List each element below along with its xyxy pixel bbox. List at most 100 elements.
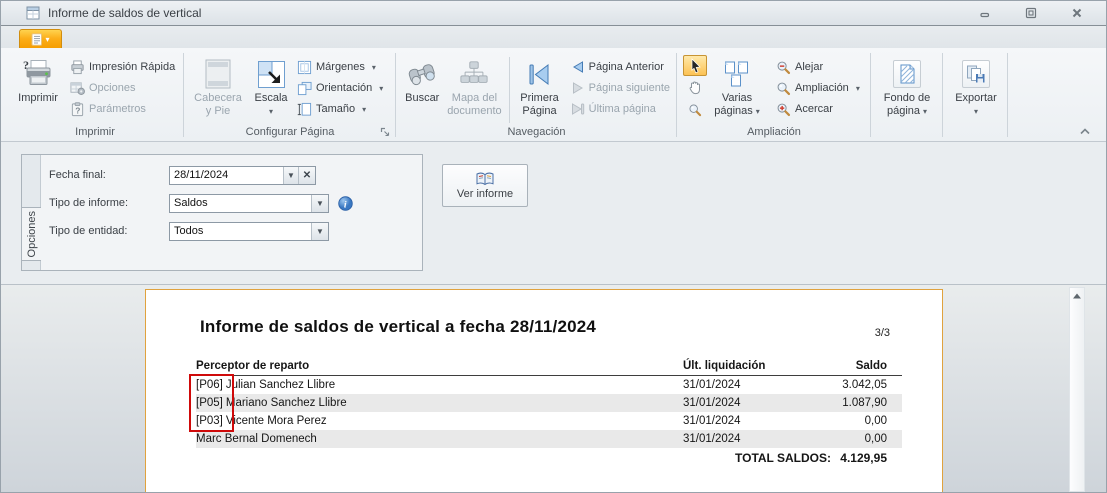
zoom-in-button[interactable]: Acercar: [773, 99, 863, 119]
view-report-button[interactable]: Ver informe: [442, 164, 528, 207]
tipo-entidad-value[interactable]: Todos: [170, 223, 311, 240]
chevron-down-icon: [359, 103, 366, 115]
group-label-configurar-pagina: Configurar Página: [245, 126, 335, 138]
tipo-entidad-combo[interactable]: Todos ▼: [169, 222, 329, 241]
page-indicator: 3/3: [874, 327, 890, 339]
ribbon-separator: [942, 53, 943, 137]
document-menu-icon: [31, 33, 43, 46]
combo-dropdown-button[interactable]: ▼: [311, 195, 328, 212]
perceptor-name: Marc Bernal Domenech: [196, 433, 317, 445]
parameters-clipboard-icon: ?: [71, 101, 84, 116]
svg-text:i: i: [344, 199, 347, 210]
report-viewport[interactable]: Informe de saldos de vertical a fecha 28…: [1, 284, 1106, 492]
svg-text:?: ?: [23, 58, 29, 72]
header-footer-button: Cabecera y Pie: [188, 55, 248, 119]
maximize-button[interactable]: [1018, 6, 1044, 20]
pointer-tool-button[interactable]: [683, 55, 707, 76]
page-background-icon: [900, 64, 914, 84]
previous-page-button[interactable]: Página Anterior: [568, 57, 673, 77]
document-map-icon: [459, 56, 489, 92]
zoom-out-button[interactable]: Alejar: [773, 57, 863, 77]
ribbon-separator: [395, 53, 396, 137]
options-grid-gear-icon: [70, 81, 85, 95]
last-page-icon: [571, 103, 584, 115]
chevron-down-icon: [974, 105, 978, 117]
margins-button[interactable]: Márgenes: [294, 57, 386, 77]
size-button[interactable]: Tamaño: [294, 99, 386, 119]
column-header-liquidacion: Últ. liquidación: [683, 360, 766, 372]
next-page-button: Página siguiente: [568, 78, 673, 98]
scroll-up-button[interactable]: [1070, 288, 1084, 304]
hand-tool-button[interactable]: [683, 77, 707, 98]
print-parameters-button: ? Parámetros: [67, 99, 178, 119]
chevron-down-icon: ▾: [45, 35, 50, 44]
fecha-final-date-editor[interactable]: 28/11/2024 ▼ ✕: [169, 166, 316, 185]
first-page-button[interactable]: Primera Página: [515, 55, 563, 119]
ribbon-group-exportar: Exportar: [944, 48, 1008, 142]
cursor-arrow-icon: [691, 57, 701, 73]
ribbon: ? Imprimir Impresión Rápida Opciones ? P…: [1, 48, 1106, 142]
quick-print-button[interactable]: Impresión Rápida: [67, 57, 178, 77]
tipo-informe-value[interactable]: Saldos: [170, 195, 311, 212]
zoom-icon: [777, 82, 791, 95]
orientation-button[interactable]: Orientación: [294, 78, 386, 98]
export-save-icon: [967, 65, 985, 82]
view-report-label: Ver informe: [456, 187, 514, 200]
group-label-navegacion: Navegación: [507, 126, 566, 138]
balance-value: 1.087,90: [842, 397, 887, 409]
date-clear-button[interactable]: ✕: [298, 167, 315, 184]
balance-value: 0,00: [864, 415, 887, 427]
ribbon-group-configurar-pagina: Cabecera y Pie Escala ▾ Márgenes ▾ Orien…: [186, 48, 394, 142]
ribbon-tabstrip: ▾: [1, 25, 1106, 49]
fecha-final-value[interactable]: 28/11/2024: [170, 167, 283, 184]
minimize-button[interactable]: [972, 6, 998, 20]
print-button[interactable]: ? Imprimir: [9, 55, 67, 106]
red-annotation-box: [189, 374, 234, 432]
ribbon-group-imprimir: ? Imprimir Impresión Rápida Opciones ? P…: [7, 48, 183, 142]
multiple-pages-button[interactable]: Varias páginas: [707, 55, 767, 119]
tipo-informe-label: Tipo de informe:: [49, 197, 129, 209]
liquidation-date: 31/01/2024: [683, 415, 741, 427]
perceptor-name: Mariano Sanchez Llibre: [225, 397, 347, 409]
tipo-informe-combo[interactable]: Saldos ▼: [169, 194, 329, 213]
zoom-level-button[interactable]: Ampliación: [773, 78, 863, 98]
zoom-tool-button[interactable]: [683, 99, 707, 120]
next-page-icon: [572, 82, 583, 94]
group-inner-separator: [509, 57, 511, 123]
report-page: Informe de saldos de vertical a fecha 28…: [145, 289, 943, 492]
info-icon[interactable]: i: [338, 196, 353, 211]
quick-print-icon: [71, 59, 84, 74]
form-row-fecha-final: Fecha final: 28/11/2024 ▼ ✕: [22, 166, 422, 185]
ribbon-separator: [183, 53, 184, 137]
combo-dropdown-button[interactable]: ▼: [311, 223, 328, 240]
export-button[interactable]: Exportar: [946, 55, 1006, 118]
search-button[interactable]: Buscar: [400, 55, 444, 106]
ribbon-separator: [1007, 53, 1008, 137]
report-table: Perceptor de reparto Últ. liquidación Sa…: [196, 354, 902, 468]
close-button[interactable]: [1064, 6, 1090, 20]
scale-button[interactable]: Escala: [248, 55, 294, 118]
dialog-launcher-icon[interactable]: [380, 127, 391, 138]
print-options-button: Opciones: [67, 78, 178, 98]
book-report-icon: [476, 172, 494, 185]
document-map-button: Mapa del documento: [444, 55, 504, 119]
column-header-perceptor: Perceptor de reparto: [196, 360, 310, 372]
size-icon: [297, 102, 312, 116]
report-scrollbar[interactable]: [1069, 287, 1085, 492]
page-background-button[interactable]: Fondo de página: [875, 55, 939, 119]
chevron-down-icon: [920, 105, 927, 117]
total-label: TOTAL SALDOS:: [735, 451, 831, 465]
header-footer-icon: [205, 56, 231, 92]
ribbon-group-fondo: Fondo de página: [873, 48, 941, 142]
liquidation-date: 31/01/2024: [683, 397, 741, 409]
collapse-ribbon-button[interactable]: [1078, 126, 1092, 137]
group-label-imprimir: Imprimir: [75, 126, 115, 138]
magnifier-icon: [689, 103, 702, 116]
margins-icon: [297, 60, 312, 74]
table-row: [P05] Mariano Sanchez Llibre 31/01/2024 1…: [196, 394, 902, 412]
print-preview-window: Informe de saldos de vertical ▾ ? Imprim…: [0, 0, 1107, 493]
table-header-row: Perceptor de reparto Últ. liquidación Sa…: [196, 354, 902, 376]
total-value: 4.129,95: [840, 451, 887, 465]
date-dropdown-button[interactable]: ▼: [283, 167, 298, 184]
application-menu-button[interactable]: ▾: [19, 29, 62, 49]
